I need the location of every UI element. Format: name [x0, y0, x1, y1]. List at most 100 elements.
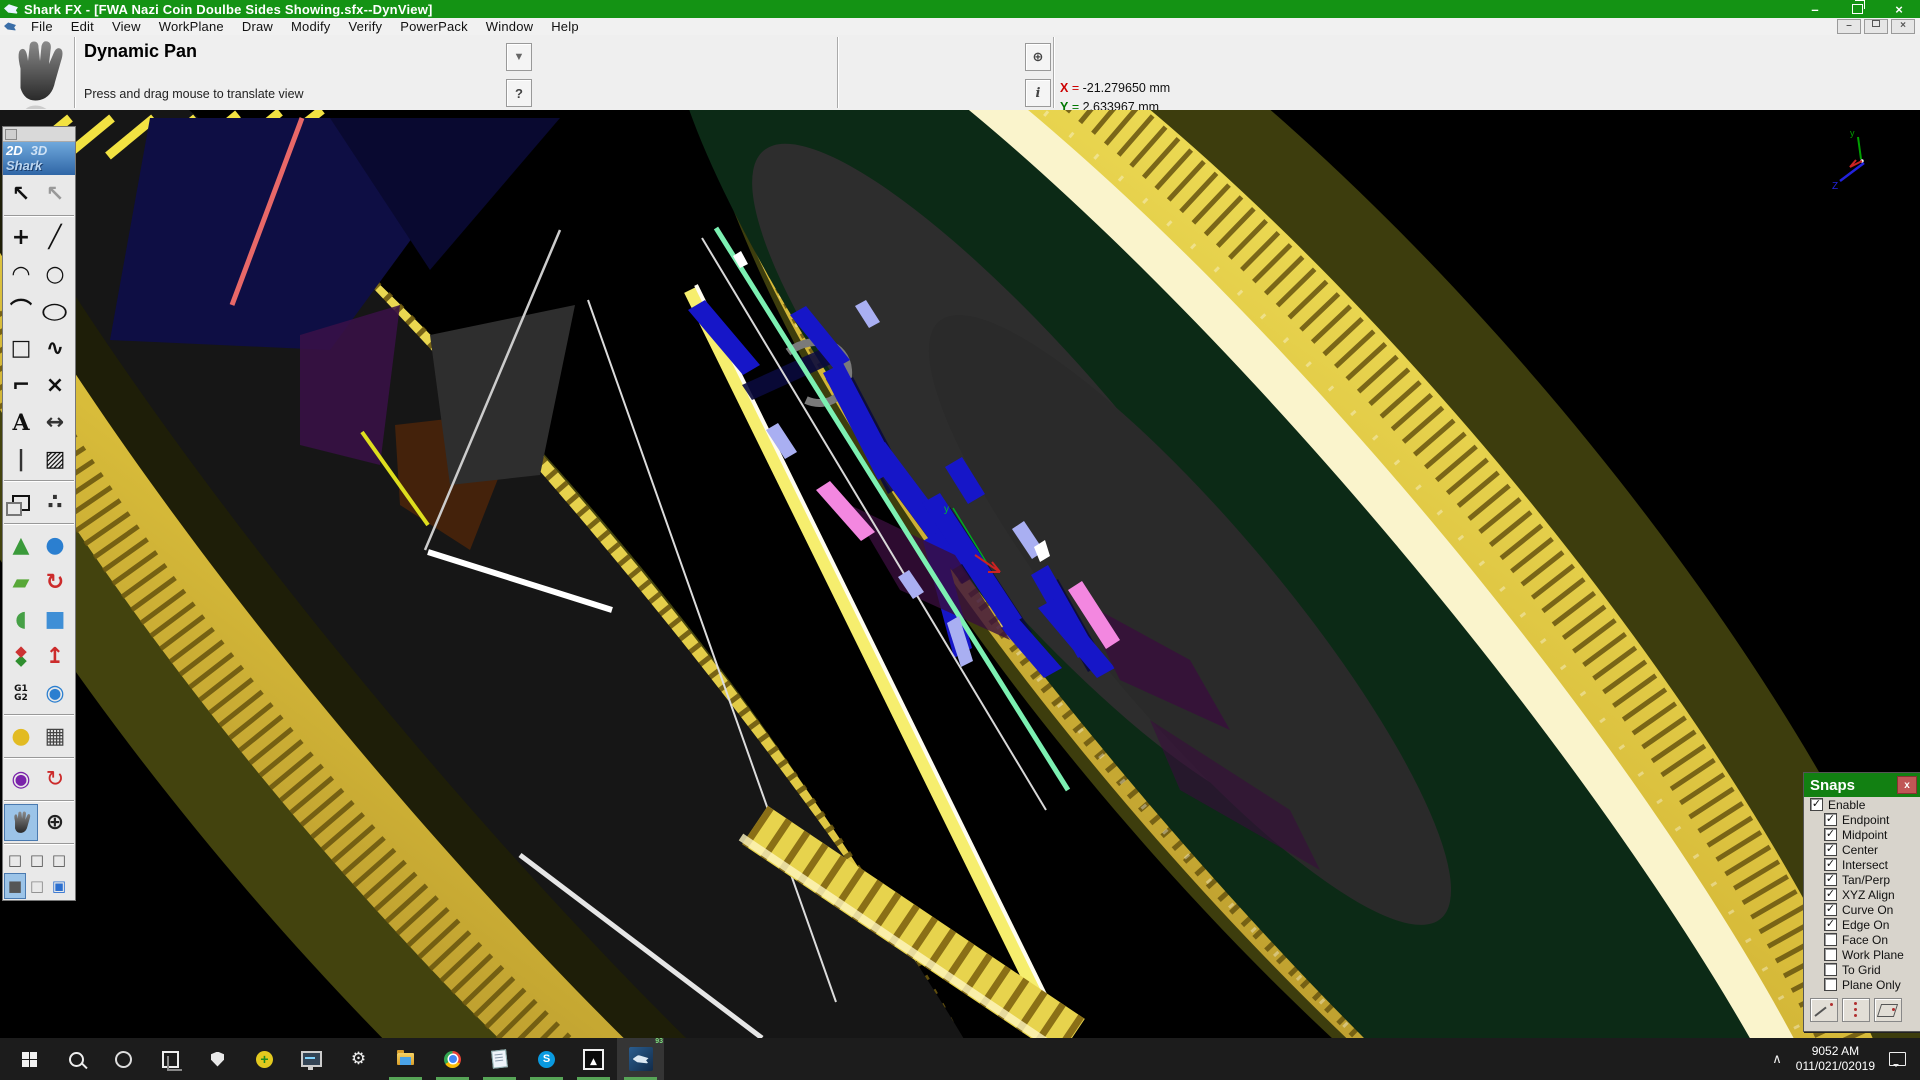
mdi-restore-button[interactable] [1864, 19, 1888, 34]
line-tool[interactable]: ╱ [38, 219, 72, 256]
action-center-icon[interactable] [1889, 1052, 1906, 1066]
ghost-view[interactable]: □ [26, 873, 48, 899]
file-explorer-icon[interactable] [382, 1038, 429, 1080]
info-button[interactable]: i [1025, 79, 1051, 107]
snap-item-enable[interactable]: ✓Enable [1804, 797, 1920, 812]
checkbox-checked[interactable]: ✓ [1824, 858, 1837, 871]
snap-line-button[interactable] [1810, 998, 1838, 1022]
trim-tool[interactable]: × [38, 367, 72, 404]
rotate-tool[interactable]: ↻ [38, 564, 72, 601]
photos-icon[interactable]: ▲ [570, 1038, 617, 1080]
select-arrow[interactable]: ↖ [4, 176, 38, 213]
point-tool[interactable]: + [4, 219, 38, 256]
checkbox-unchecked[interactable] [1824, 963, 1837, 976]
rectangle-tool[interactable]: □ [4, 330, 38, 367]
start-button[interactable] [6, 1038, 53, 1080]
tool-help-button[interactable]: ? [506, 79, 532, 107]
window-view[interactable]: ▣ [48, 873, 70, 899]
snap-item-center[interactable]: ✓Center [1804, 842, 1920, 857]
render-sphere-tool[interactable]: ● [4, 718, 38, 755]
menu-edit[interactable]: Edit [62, 19, 103, 34]
sphere-primitive-tool[interactable]: ● [38, 527, 72, 564]
pan-hand-tool[interactable] [4, 804, 38, 841]
menu-file[interactable]: File [22, 19, 62, 34]
tab-2d[interactable]: 2D [6, 143, 23, 158]
restore-button[interactable] [1836, 0, 1878, 18]
blend-surface-tool[interactable]: ◖ [4, 601, 38, 638]
curvature-g1g2-tool[interactable]: G1 G2 [4, 675, 38, 712]
palette-close-box[interactable] [5, 129, 17, 140]
edit-points-tool[interactable]: ∴ [38, 484, 72, 521]
checkbox-checked[interactable]: ✓ [1824, 813, 1837, 826]
boolean-solids-tool[interactable]: ◉ [38, 675, 72, 712]
snap-item-intersect[interactable]: ✓Intersect [1804, 857, 1920, 872]
tab-3d[interactable]: 3D [31, 143, 48, 158]
camera-tool[interactable]: ◉ [4, 761, 38, 798]
wireframe-view-2[interactable]: □ [26, 847, 48, 873]
checkbox-checked[interactable]: ✓ [1810, 798, 1823, 811]
snap-item-endpoint[interactable]: ✓Endpoint [1804, 812, 1920, 827]
wireframe-view-3[interactable]: □ [48, 847, 70, 873]
snap-plane-button[interactable] [1874, 998, 1902, 1022]
fillet-tool[interactable]: ⌐ [4, 367, 38, 404]
taskbar-clock[interactable]: 9052 AM 011/021/02019 [1796, 1044, 1875, 1074]
target-snap-button[interactable]: ⊕ [1025, 43, 1051, 71]
task-view-button[interactable] [147, 1038, 194, 1080]
snap-item-midpoint[interactable]: ✓Midpoint [1804, 827, 1920, 842]
checkbox-unchecked[interactable] [1824, 948, 1837, 961]
viewport-3d[interactable]: y y Z [0, 110, 1920, 1038]
snap-item-to-grid[interactable]: To Grid [1804, 962, 1920, 977]
layer-stack-tool[interactable]: ◆ [4, 638, 38, 675]
transform-copy-tool[interactable] [4, 484, 38, 521]
curve-tool[interactable]: ⌒ [4, 293, 38, 330]
checkbox-checked[interactable]: ✓ [1824, 873, 1837, 886]
checkbox-checked[interactable]: ✓ [1824, 843, 1837, 856]
menu-help[interactable]: Help [542, 19, 588, 34]
chrome-icon[interactable] [429, 1038, 476, 1080]
arc-tool[interactable]: ◠ [4, 256, 38, 293]
snap-item-face-on[interactable]: Face On [1804, 932, 1920, 947]
tool-options-dropdown-button[interactable]: ▼ [506, 43, 532, 71]
tray-chevron-icon[interactable]: ∧ [1772, 1051, 1782, 1067]
segment-tool[interactable]: | [4, 441, 38, 478]
snap-axis-points-button[interactable] [1842, 998, 1870, 1022]
sharkfx-icon[interactable]: 93 [617, 1038, 664, 1080]
surface-tool[interactable]: ▲ [4, 527, 38, 564]
menu-verify[interactable]: Verify [340, 19, 392, 34]
checkbox-unchecked[interactable] [1824, 933, 1837, 946]
menu-powerpack[interactable]: PowerPack [391, 19, 477, 34]
snap-item-edge-on[interactable]: ✓Edge On [1804, 917, 1920, 932]
move-plane-tool[interactable]: ▰ [4, 564, 38, 601]
checkbox-checked[interactable]: ✓ [1824, 888, 1837, 901]
snaps-title-bar[interactable]: Snaps x [1804, 773, 1920, 797]
shaded-view[interactable]: ■ [4, 873, 26, 899]
menu-window[interactable]: Window [477, 19, 542, 34]
dimension-tool[interactable]: ↔ [38, 404, 72, 441]
checkbox-checked[interactable]: ✓ [1824, 903, 1837, 916]
menu-workplane[interactable]: WorkPlane [150, 19, 233, 34]
cortana-button[interactable] [100, 1038, 147, 1080]
direct-select-arrow[interactable]: ↖ [38, 176, 72, 213]
minimize-button[interactable]: – [1794, 0, 1836, 18]
wireframe-view-1[interactable]: □ [4, 847, 26, 873]
text-tool[interactable]: A [4, 404, 38, 441]
search-button[interactable] [53, 1038, 100, 1080]
checkbox-unchecked[interactable] [1824, 978, 1837, 991]
mdi-close-button[interactable]: × [1891, 19, 1915, 34]
system-monitor-icon[interactable] [288, 1038, 335, 1080]
menu-draw[interactable]: Draw [233, 19, 282, 34]
extrude-tool[interactable]: ↥ [38, 638, 72, 675]
walkthrough-tool[interactable]: ↻ [38, 761, 72, 798]
snap-item-tan-perp[interactable]: ✓Tan/Perp [1804, 872, 1920, 887]
checkbox-checked[interactable]: ✓ [1824, 828, 1837, 841]
close-button[interactable]: × [1878, 0, 1920, 18]
menu-view[interactable]: View [103, 19, 150, 34]
zoom-tool[interactable]: ⊕ [38, 804, 72, 841]
defender-icon[interactable] [194, 1038, 241, 1080]
notepad-icon[interactable] [476, 1038, 523, 1080]
snap-item-plane-only[interactable]: Plane Only [1804, 977, 1920, 992]
settings-icon[interactable]: ⚙ [335, 1038, 382, 1080]
circle-tool[interactable]: ○ [38, 256, 72, 293]
spline-tool[interactable]: ∿ [38, 330, 72, 367]
solid-cube-tool[interactable]: ■ [38, 601, 72, 638]
